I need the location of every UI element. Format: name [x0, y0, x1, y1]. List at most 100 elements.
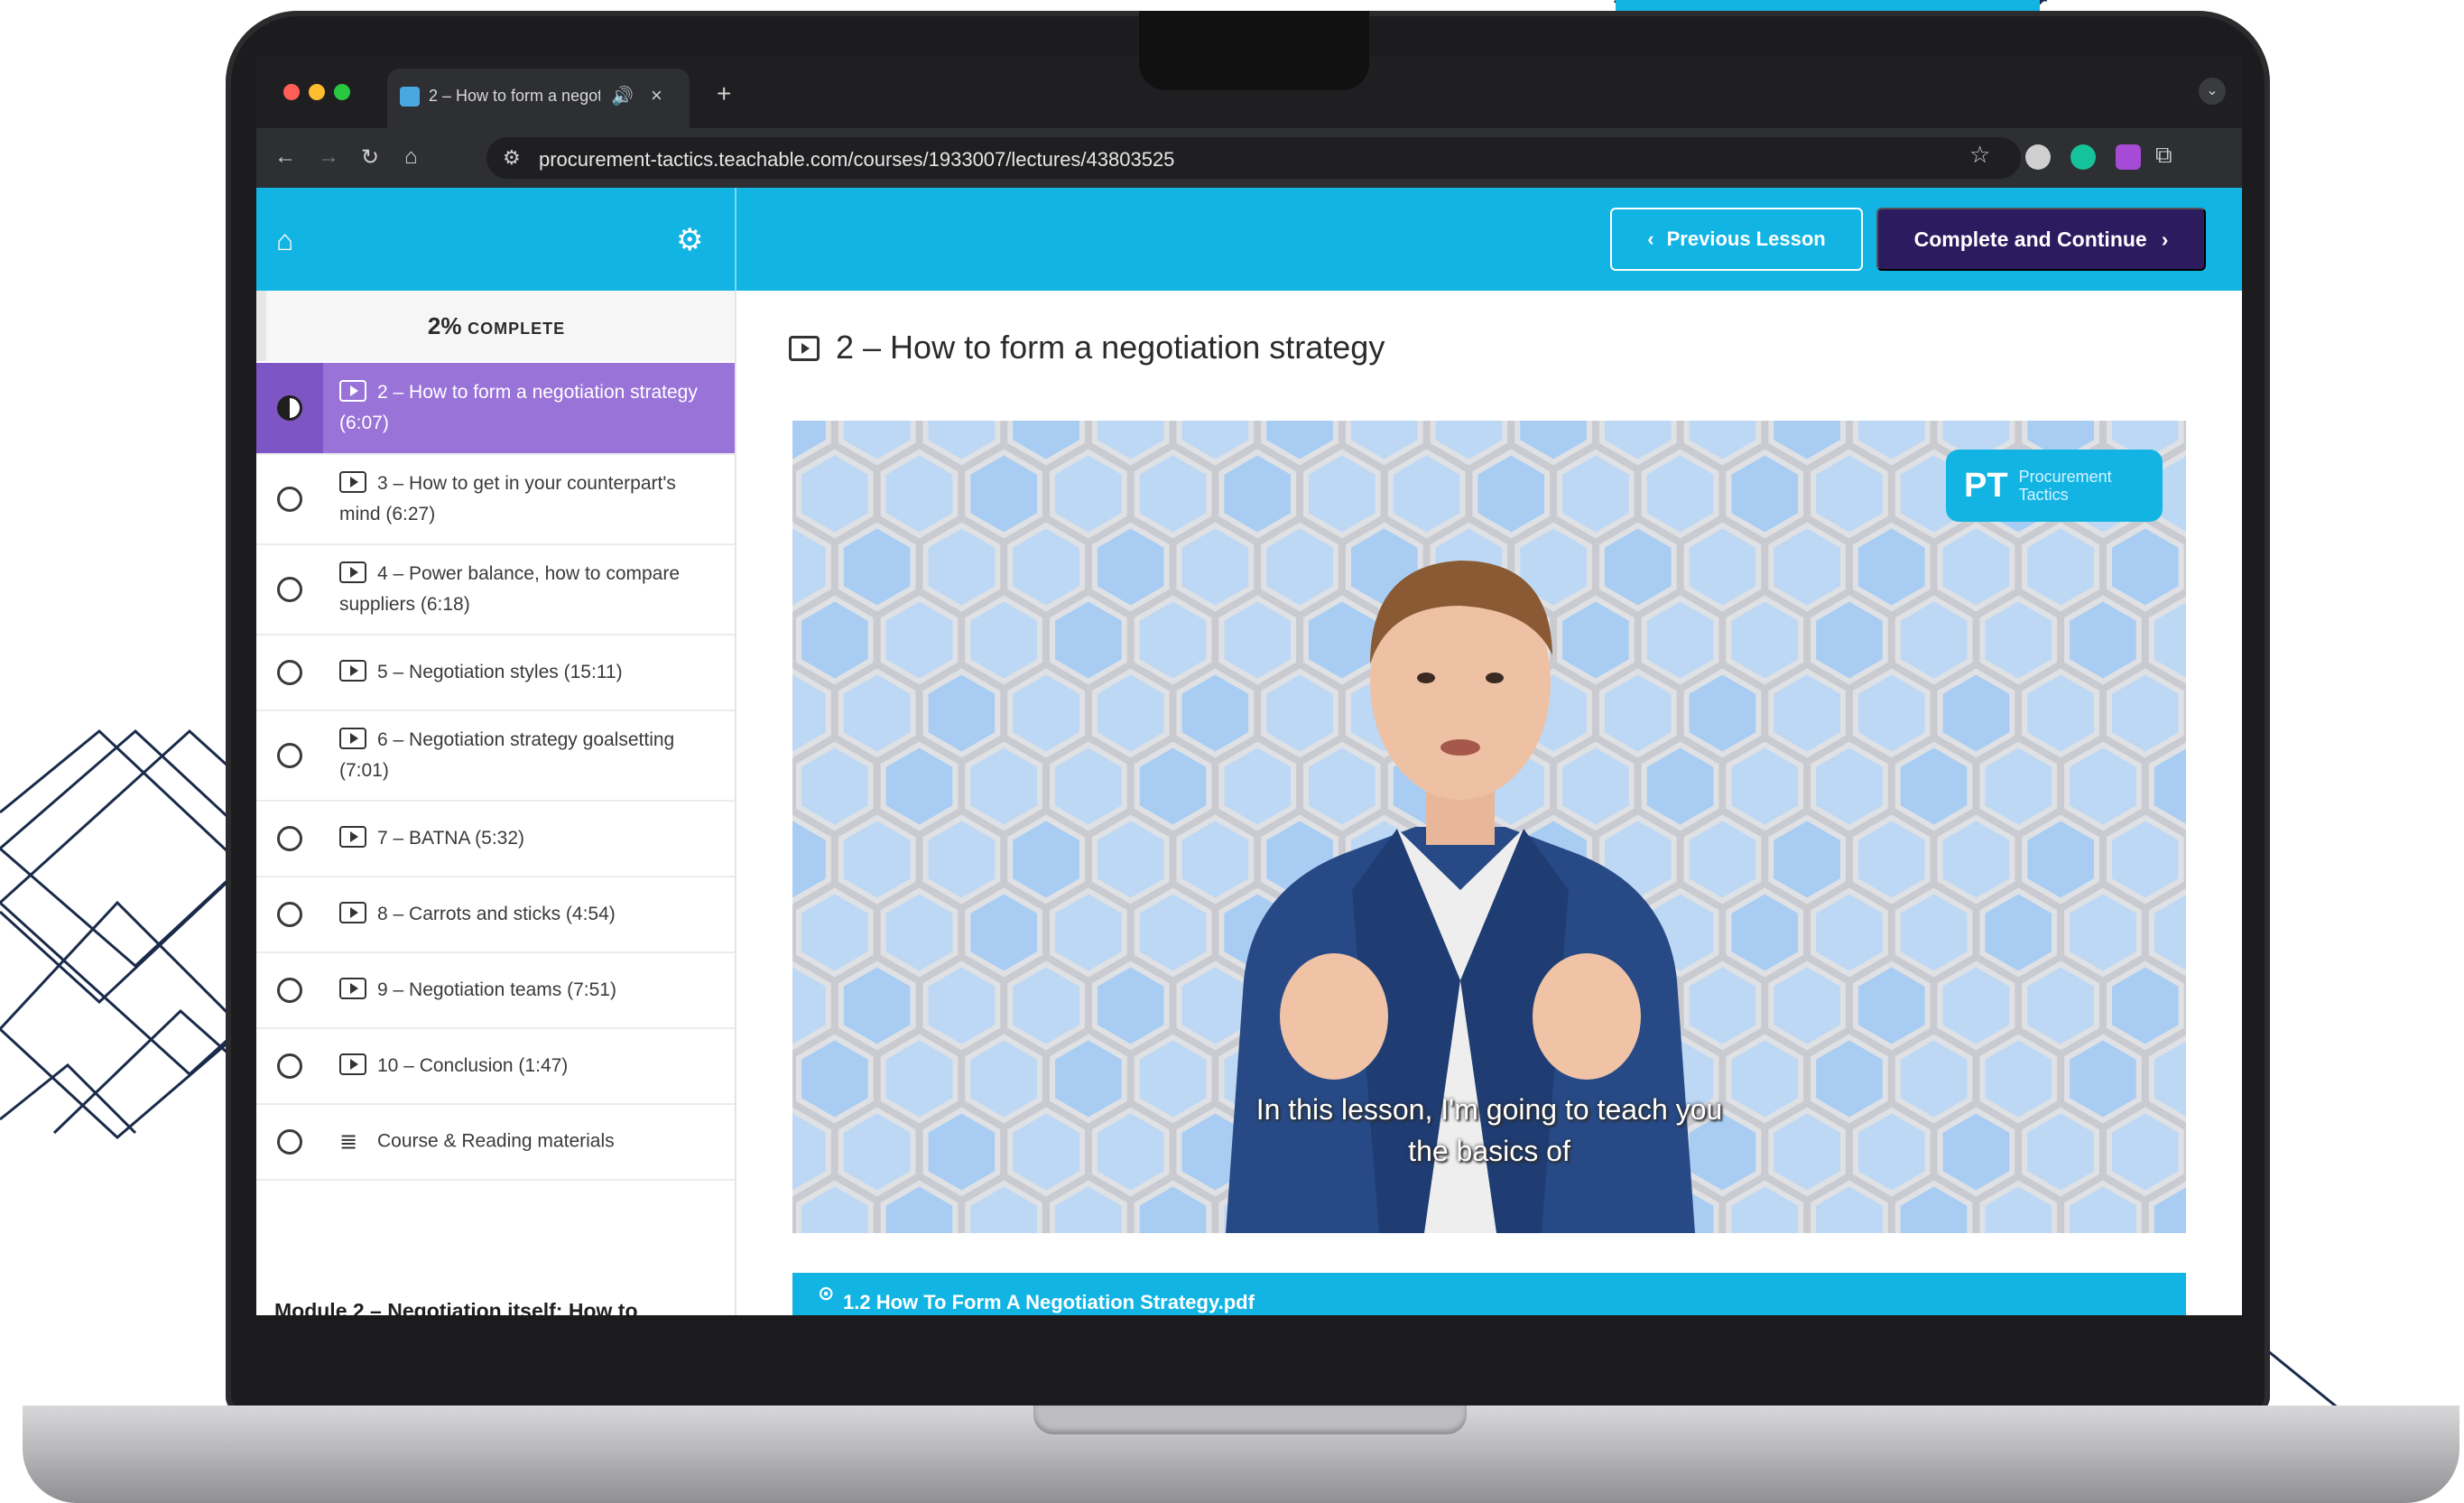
hexagon-tile: [880, 449, 959, 539]
lesson-item[interactable]: 10 – Conclusion (1:47): [256, 1029, 735, 1105]
hexagon-tile: [2107, 960, 2184, 1051]
lesson-status[interactable]: [256, 1105, 323, 1179]
lesson-status[interactable]: [256, 363, 323, 453]
extension-purple-icon[interactable]: [2116, 144, 2141, 170]
lesson-status[interactable]: [256, 877, 323, 951]
speaker-icon[interactable]: 🔊: [611, 85, 634, 107]
progress-word: COMPLETE: [468, 320, 566, 338]
hexagon-tile: [2022, 522, 2099, 612]
previous-lesson-button[interactable]: ‹ Previous Lesson: [1610, 208, 1863, 271]
module-heading[interactable]: Module 2 – Negotiation itself: How to ac…: [274, 1293, 708, 1315]
lesson-status[interactable]: [256, 545, 323, 634]
hexagon-tile: [1979, 1180, 2058, 1233]
lesson-item[interactable]: 9 – Negotiation teams (7:51): [256, 953, 735, 1029]
hexagon-tile: [922, 814, 1001, 905]
hexagon-tile: [1430, 421, 1508, 466]
lesson-status[interactable]: [256, 636, 323, 710]
grammarly-icon[interactable]: [2070, 144, 2096, 170]
hexagon-tile: [1091, 668, 1170, 758]
hexagon-tile: [1979, 741, 2058, 831]
course-home-icon[interactable]: ⌂: [276, 224, 293, 257]
hexagon-tile: [2022, 960, 2099, 1051]
hexagon-tile: [1091, 522, 1170, 612]
lesson-status[interactable]: [256, 953, 323, 1027]
hexagon-tile: [1091, 421, 1170, 466]
extensions-puzzle-icon[interactable]: ⧉: [2155, 141, 2172, 170]
attachment-link[interactable]: ⊙ 1.2 How To Form A Negotiation Strategy…: [818, 1282, 1255, 1313]
lesson-status[interactable]: [256, 455, 323, 543]
hexagon-tile: [1768, 668, 1846, 758]
hexagon-tile: [1050, 595, 1127, 685]
sidebar-header: ⌂ ⚙: [256, 188, 736, 291]
lesson-item[interactable]: 2 – How to form a negotiation strategy (…: [256, 363, 735, 455]
hexagon-tile: [1937, 814, 2015, 905]
lesson-item[interactable]: 3 – How to get in your counterpart's min…: [256, 455, 735, 545]
lesson-status[interactable]: [256, 1029, 323, 1103]
hexagon-tile: [2107, 522, 2184, 612]
reload-icon[interactable]: ↻: [361, 144, 379, 171]
attachment-bar[interactable]: ⊙ 1.2 How To Form A Negotiation Strategy…: [792, 1273, 2186, 1315]
lesson-label: 10 – Conclusion (1:47): [377, 1055, 569, 1076]
hexagon-tile: [796, 887, 874, 978]
hexagon-tile: [922, 421, 1001, 466]
hexagon-tile: [880, 595, 959, 685]
lesson-status[interactable]: [256, 711, 323, 800]
hexagon-tile: [838, 960, 916, 1051]
minimize-window-dot[interactable]: [309, 84, 325, 100]
back-icon[interactable]: ←: [274, 144, 296, 170]
lesson-item[interactable]: 5 – Negotiation styles (15:11): [256, 636, 735, 711]
hexagon-tile: [2022, 814, 2099, 905]
hexagon-tile: [1726, 595, 1804, 685]
hexagon-tile: [792, 668, 831, 758]
maximize-window-dot[interactable]: [334, 84, 350, 100]
hexagon-tile: [1768, 421, 1846, 466]
procurement-tactics-logo: PT Procurement Tactics: [1946, 450, 2163, 522]
lesson-item[interactable]: 4 – Power balance, how to compare suppli…: [256, 545, 735, 636]
complete-and-continue-button[interactable]: Complete and Continue ›: [1876, 208, 2206, 271]
lesson-item[interactable]: ≣ Course & Reading materials: [256, 1105, 735, 1181]
lesson-item[interactable]: 6 – Negotiation strategy goalsetting (7:…: [256, 711, 735, 802]
hexagon-tile: [2148, 596, 2186, 684]
hexagon-tile: [1811, 1180, 1888, 1233]
hexagon-tile: [1852, 814, 1931, 905]
hexagon-tile: [1811, 887, 1888, 978]
hexagon-tile: [838, 421, 916, 466]
lesson-item[interactable]: 8 – Carrots and sticks (4:54): [256, 877, 735, 953]
hexagon-tile: [880, 1180, 959, 1233]
tab-search-chevron-icon[interactable]: ⌄: [2199, 78, 2226, 105]
hexagon-tile: [1091, 814, 1170, 905]
forward-icon[interactable]: →: [318, 144, 339, 170]
home-icon[interactable]: ⌂: [404, 144, 418, 170]
lesson-item[interactable]: 7 – BATNA (5:32): [256, 802, 735, 877]
laptop-screen: 2 – How to form a negoti 🔊 × + ⌄ ← → ↻ ⌂…: [256, 56, 2242, 1315]
progress-percent: 2%: [427, 312, 462, 339]
hexagon-tile: [1726, 887, 1804, 978]
video-player[interactable]: PT Procurement Tactics In this lesson, I…: [792, 421, 2186, 1233]
lesson-status[interactable]: [256, 802, 323, 876]
in-progress-icon: [277, 395, 302, 421]
extension-icon[interactable]: [2025, 144, 2051, 170]
lesson-label: 8 – Carrots and sticks (4:54): [377, 904, 616, 924]
hexagon-tile: [1007, 960, 1085, 1051]
close-window-dot[interactable]: [283, 84, 300, 100]
new-tab-icon[interactable]: +: [717, 79, 731, 108]
hexagon-tile: [1811, 449, 1888, 539]
hexagon-tile: [2148, 742, 2186, 830]
hexagon-tile: [838, 522, 916, 612]
hexagon-tile: [1007, 421, 1085, 466]
browser-tab[interactable]: 2 – How to form a negoti 🔊 ×: [387, 69, 690, 128]
address-bar[interactable]: ⚙ procurement-tactics.teachable.com/cour…: [486, 137, 2021, 179]
video-lesson-icon: [789, 336, 820, 361]
site-settings-icon[interactable]: ⚙: [503, 146, 521, 170]
hexagon-tile: [1937, 522, 2015, 612]
logo-name: Procurement Tactics: [2018, 468, 2112, 504]
hexagon-tile: [1050, 1180, 1127, 1233]
bookmark-star-icon[interactable]: ☆: [1969, 141, 1990, 169]
curriculum-sidebar: 2% COMPLETE 2 – How to form a negotiatio…: [256, 291, 736, 1315]
close-tab-icon[interactable]: ×: [651, 84, 662, 107]
gear-icon[interactable]: ⚙: [676, 222, 703, 258]
hexagon-tile: [965, 887, 1042, 978]
video-lesson-icon: [339, 471, 366, 493]
hexagon-tile: [1894, 741, 1973, 831]
incomplete-circle-icon: [277, 577, 302, 602]
